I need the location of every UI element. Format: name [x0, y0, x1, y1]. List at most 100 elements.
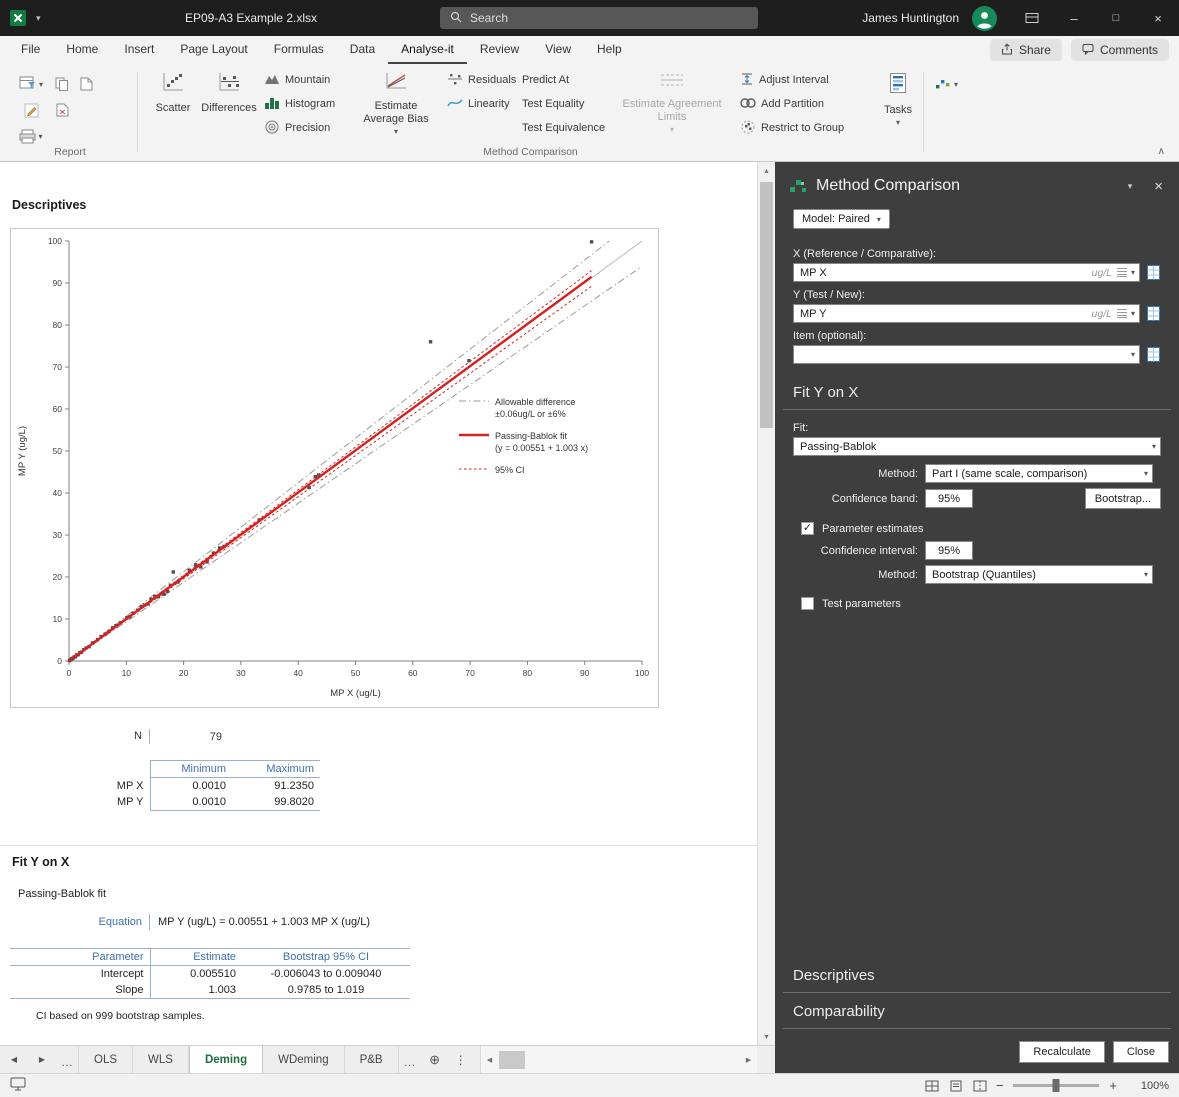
- test-equivalence-button[interactable]: Test Equivalence: [518, 116, 609, 140]
- sheet-overflow-right[interactable]: …: [399, 1046, 421, 1073]
- add-partition-button[interactable]: Add Partition: [736, 92, 848, 116]
- linearity-button[interactable]: Linearity: [443, 92, 520, 116]
- scatter-chart[interactable]: 0102030405060708090100010203040506070809…: [10, 228, 659, 708]
- normal-view-icon[interactable]: [920, 1076, 944, 1096]
- item-input[interactable]: ▾: [793, 345, 1140, 364]
- test-equality-button[interactable]: Test Equality: [518, 92, 609, 116]
- dropdown-caret-icon[interactable]: ▾: [1131, 350, 1135, 359]
- predict-at-button[interactable]: Predict At: [518, 68, 609, 92]
- accessibility-status-icon[interactable]: [10, 1077, 26, 1094]
- zoom-slider-thumb[interactable]: [1053, 1079, 1060, 1092]
- test-parameters-checkbox[interactable]: [801, 597, 814, 610]
- scrollbar-thumb[interactable]: [760, 182, 773, 428]
- parameter-estimates-checkbox-row[interactable]: ✓ Parameter estimates: [801, 522, 1179, 535]
- precision-button[interactable]: Precision: [260, 116, 339, 140]
- tasks-button[interactable]: Tasks ▾: [876, 68, 920, 127]
- horizontal-scrollbar[interactable]: ◀ ▶: [480, 1046, 757, 1073]
- sheet-tab-deming[interactable]: Deming: [189, 1046, 263, 1073]
- ribbon-tab-page-layout[interactable]: Page Layout: [167, 36, 260, 64]
- descriptives-section-header[interactable]: Descriptives: [783, 963, 1171, 993]
- y-test-input[interactable]: MP Y ug/L ▾: [793, 304, 1140, 323]
- adjust-interval-button[interactable]: Adjust Interval: [736, 68, 848, 92]
- zoom-out-icon[interactable]: −: [992, 1078, 1008, 1093]
- close-pane-button[interactable]: Close: [1113, 1041, 1169, 1063]
- ci-method-dropdown[interactable]: Bootstrap (Quantiles) ▾: [925, 565, 1153, 584]
- sheet-menu-icon[interactable]: ⋮: [449, 1046, 473, 1073]
- ribbon-tab-help[interactable]: Help: [584, 36, 635, 64]
- ribbon-tab-data[interactable]: Data: [337, 36, 388, 64]
- x-reference-input[interactable]: MP X ug/L ▾: [793, 263, 1140, 282]
- scroll-up-icon[interactable]: ▴: [758, 162, 775, 179]
- histogram-button[interactable]: Histogram: [260, 92, 339, 116]
- add-sheet-button[interactable]: ⊕: [421, 1046, 449, 1073]
- edit-report-button[interactable]: [22, 101, 41, 120]
- dropdown-caret-icon[interactable]: ▾: [1131, 268, 1135, 277]
- account-name[interactable]: James Huntington: [862, 11, 959, 25]
- minimize-button[interactable]: –: [1053, 0, 1095, 36]
- sheet-nav-right-icon[interactable]: ▶: [28, 1046, 56, 1073]
- ribbon-display-options-icon[interactable]: [1011, 0, 1053, 36]
- sheet-tab-p-b[interactable]: P&B: [345, 1046, 399, 1073]
- close-button[interactable]: ×: [1137, 0, 1179, 36]
- mountain-button[interactable]: Mountain: [260, 68, 339, 92]
- page-layout-view-icon[interactable]: [944, 1076, 968, 1096]
- comments-button[interactable]: Comments: [1071, 39, 1169, 61]
- dropdown-caret-icon[interactable]: ▾: [1131, 309, 1135, 318]
- ribbon-tab-review[interactable]: Review: [467, 36, 532, 64]
- model-dropdown[interactable]: Model: Paired ▾: [793, 209, 890, 229]
- recalculate-button[interactable]: Recalculate: [1019, 1041, 1104, 1063]
- zoom-slider[interactable]: [1013, 1084, 1099, 1087]
- sheet-tab-ols[interactable]: OLS: [78, 1046, 133, 1073]
- range-picker-icon[interactable]: [1147, 347, 1160, 362]
- vertical-scrollbar[interactable]: ▴ ▾: [757, 162, 775, 1045]
- maximize-button[interactable]: □: [1095, 0, 1137, 36]
- scrollbar-thumb[interactable]: [499, 1051, 525, 1069]
- share-button[interactable]: Share: [990, 39, 1062, 61]
- collapse-ribbon-icon[interactable]: ∧: [1158, 146, 1165, 157]
- restrict-to-group-button[interactable]: Restrict to Group: [736, 116, 848, 140]
- avatar[interactable]: [972, 6, 997, 31]
- task-pane-close-icon[interactable]: ×: [1154, 178, 1163, 195]
- print-report-button[interactable]: ▾: [17, 127, 44, 146]
- ribbon-tab-formulas[interactable]: Formulas: [261, 36, 337, 64]
- bootstrap-button[interactable]: Bootstrap...: [1085, 488, 1161, 509]
- range-picker-icon[interactable]: [1147, 265, 1160, 280]
- zoom-in-icon[interactable]: +: [1105, 1078, 1121, 1093]
- scroll-down-icon[interactable]: ▾: [758, 1028, 775, 1045]
- fit-dropdown[interactable]: Passing-Bablok ▾: [793, 437, 1161, 456]
- scroll-right-icon[interactable]: ▶: [740, 1056, 757, 1064]
- zoom-level[interactable]: 100%: [1127, 1080, 1169, 1092]
- method-dropdown[interactable]: Part I (same scale, comparison) ▾: [925, 464, 1153, 483]
- sheet-tab-wdeming[interactable]: WDeming: [263, 1046, 344, 1073]
- report-area: Descriptives 010203040506070809010001020…: [0, 162, 757, 1045]
- confidence-interval-input[interactable]: 95%: [925, 541, 973, 560]
- sheet-nav-left-icon[interactable]: ◀: [0, 1046, 28, 1073]
- confidence-band-input[interactable]: 95%: [925, 489, 973, 508]
- parameter-estimates-checkbox[interactable]: ✓: [801, 522, 814, 535]
- quick-access-caret-icon[interactable]: ▾: [36, 13, 41, 24]
- ribbon-tab-home[interactable]: Home: [53, 36, 111, 64]
- scroll-left-icon[interactable]: ◀: [481, 1056, 498, 1064]
- estimate-average-bias-button[interactable]: Estimate Average Bias ▾: [355, 68, 437, 136]
- new-report-button[interactable]: [78, 75, 95, 93]
- range-picker-icon[interactable]: [1147, 306, 1160, 321]
- ribbon-tab-insert[interactable]: Insert: [111, 36, 167, 64]
- scatter-button[interactable]: Scatter: [148, 68, 198, 115]
- differences-button[interactable]: Differences: [200, 68, 258, 115]
- select-report-button[interactable]: ▾: [17, 74, 45, 94]
- ribbon-tab-view[interactable]: View: [532, 36, 584, 64]
- delete-report-button[interactable]: [54, 101, 71, 119]
- page-break-view-icon[interactable]: [968, 1076, 992, 1096]
- copy-report-button[interactable]: [53, 75, 71, 93]
- test-parameters-checkbox-row[interactable]: Test parameters: [801, 597, 1179, 610]
- comparability-section-header[interactable]: Comparability: [783, 999, 1171, 1029]
- task-pane-menu-caret-icon[interactable]: ▾: [1128, 181, 1133, 192]
- ribbon-tab-analyse-it[interactable]: Analyse-it: [388, 36, 467, 64]
- search-box[interactable]: Search: [440, 7, 758, 29]
- excel-app-icon[interactable]: [10, 10, 26, 26]
- sheet-tab-wls[interactable]: WLS: [133, 1046, 189, 1073]
- sheet-overflow-left[interactable]: …: [56, 1046, 78, 1073]
- mini-chart-menu-button[interactable]: ▾: [932, 74, 960, 94]
- residuals-button[interactable]: Residuals: [443, 68, 520, 92]
- ribbon-tab-file[interactable]: File: [8, 36, 53, 64]
